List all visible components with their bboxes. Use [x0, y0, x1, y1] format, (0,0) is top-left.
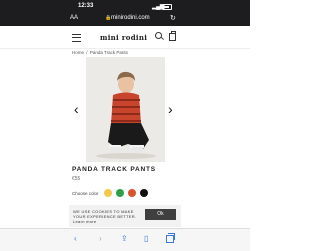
colour-label: Choose color — [72, 191, 99, 196]
product-title: PANDA TRACK PANTS — [72, 166, 156, 173]
site-logo[interactable]: mini rodini — [100, 33, 147, 42]
url-text[interactable]: minirodini.com — [111, 15, 150, 21]
status-bar: 12:33 ▂▄▆ — [0, 0, 250, 13]
battery-icon — [162, 4, 172, 10]
product-gallery: ‹ › — [0, 57, 250, 162]
forward-icon[interactable]: › — [99, 234, 102, 243]
product-photo — [86, 57, 165, 162]
status-time: 12:33 — [78, 3, 94, 9]
next-image-arrow-icon[interactable]: › — [168, 102, 173, 116]
reload-icon[interactable]: ↻ — [170, 14, 176, 22]
shopping-bag-icon[interactable] — [169, 31, 176, 41]
breadcrumb-home-link[interactable]: Home — [72, 50, 84, 55]
back-icon[interactable]: ‹ — [74, 234, 77, 243]
colour-swatch-green[interactable] — [116, 189, 124, 197]
browser-address-bar[interactable]: AA 🔒 minirodini.com ↻ — [0, 13, 250, 26]
colour-swatch-red[interactable] — [128, 189, 136, 197]
cookie-ok-button[interactable]: Ok — [145, 209, 176, 220]
site-header: mini rodini — [0, 26, 250, 49]
colour-swatch-yellow[interactable] — [104, 189, 112, 197]
search-icon[interactable] — [155, 32, 162, 39]
bookmarks-icon[interactable]: ▯ — [144, 234, 148, 243]
breadcrumb-current: Panda Track Pants — [89, 50, 128, 55]
breadcrumb: Home / Panda Track Pants — [72, 50, 128, 55]
colour-swatch-black[interactable] — [140, 189, 148, 197]
cookie-message: WE USE COOKIES TO MAKE YOUR EXPERIENCE B… — [73, 209, 137, 224]
cookie-banner: WE USE COOKIES TO MAKE YOUR EXPERIENCE B… — [69, 205, 181, 227]
previous-image-arrow-icon[interactable]: ‹ — [74, 102, 79, 116]
product-price: €55 — [72, 176, 81, 182]
reader-settings-button[interactable]: AA — [70, 15, 78, 21]
share-icon[interactable]: ⇪ — [121, 234, 128, 243]
tabs-icon[interactable] — [166, 233, 175, 243]
browser-toolbar: ‹ › ⇪ ▯ — [0, 228, 250, 251]
menu-icon[interactable] — [72, 34, 81, 42]
breadcrumb-separator: / — [86, 50, 88, 55]
child-wearing-track-pants-image — [86, 57, 165, 162]
